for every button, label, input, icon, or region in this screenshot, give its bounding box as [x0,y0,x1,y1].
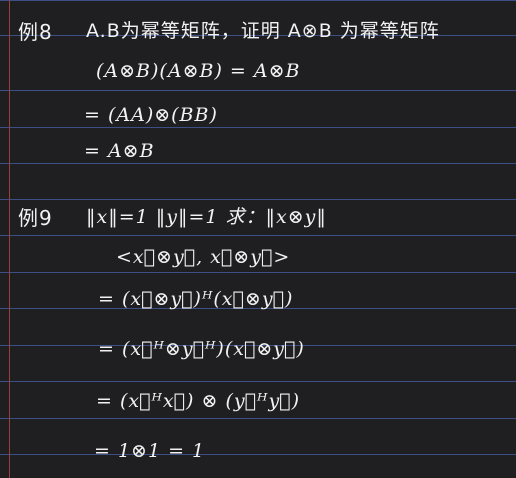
example8-statement: A.B为幂等矩阵，证明 A⊗B 为幂等矩阵 [86,20,440,42]
ruled-line [0,199,516,200]
example9-step-2: = (x⃗⊗y⃗)ᴴ(x⃗⊗y⃗) [98,288,294,310]
example9-step-1: <x⃗⊗y⃗, x⃗⊗y⃗> [116,246,291,268]
example9-label: 例9 [18,206,53,230]
example8-step-2: = (AA)⊗(BB) [84,104,218,126]
ruled-line [0,127,516,128]
ruled-line [0,454,516,455]
ruled-line [0,90,516,91]
example9-step-4: = (x⃗ᴴx⃗) ⊗ (y⃗ᴴy⃗) [96,390,300,412]
example8-label: 例8 [18,20,53,44]
note-page: 例8 A.B为幂等矩阵，证明 A⊗B 为幂等矩阵 (A⊗B)(A⊗B) = A⊗… [0,0,516,478]
ruled-line [0,418,516,419]
ruled-line [0,381,516,382]
example8-step-3: = A⊗B [84,140,155,162]
ruled-line [0,0,516,1]
example9-statement: ‖x‖=1 ‖y‖=1 求：‖x⊗y‖ [86,206,327,228]
example8-step-1: (A⊗B)(A⊗B) = A⊗B [96,60,301,82]
ruled-line [0,235,516,236]
margin-line [9,0,10,478]
ruled-line [0,163,516,164]
example9-step-5: = 1⊗1 = 1 [94,440,206,462]
ruled-line [0,272,516,273]
example9-step-3: = (x⃗ᴴ⊗y⃗ᴴ)(x⃗⊗y⃗) [98,338,305,360]
